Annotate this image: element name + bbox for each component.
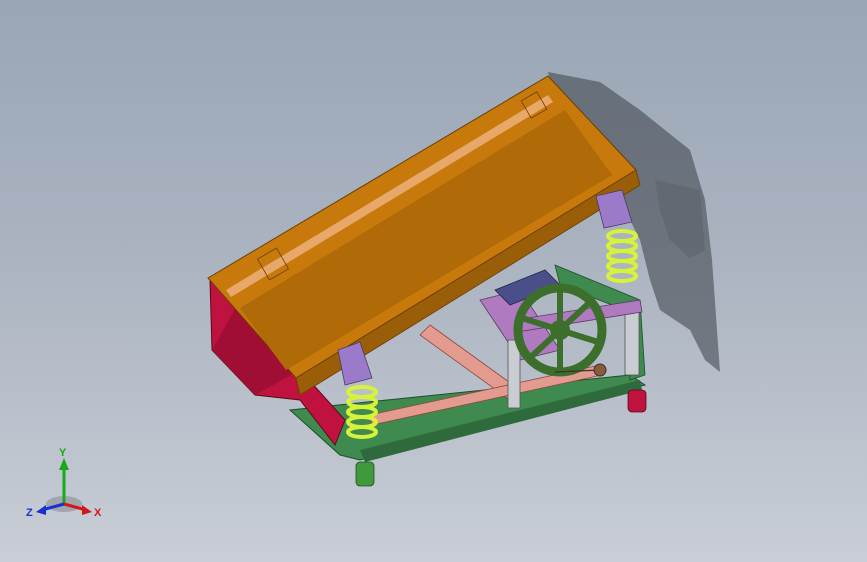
z-axis-label: Z [26,507,33,519]
foot-front-left [355,461,375,487]
z-arrow-icon [36,505,46,515]
screen-trough[interactable] [207,75,641,396]
orientation-triad[interactable]: Y X Z [24,446,104,526]
vibrating-screen-model[interactable] [0,0,867,562]
x-axis-label: X [94,507,102,519]
coil-spring-rear [606,229,638,283]
y-axis-label: Y [59,447,67,459]
cad-viewport[interactable]: Y X Z [0,0,867,562]
y-arrow-icon [59,458,69,470]
x-arrow-icon [82,505,92,515]
foot-rear-right [627,389,647,413]
